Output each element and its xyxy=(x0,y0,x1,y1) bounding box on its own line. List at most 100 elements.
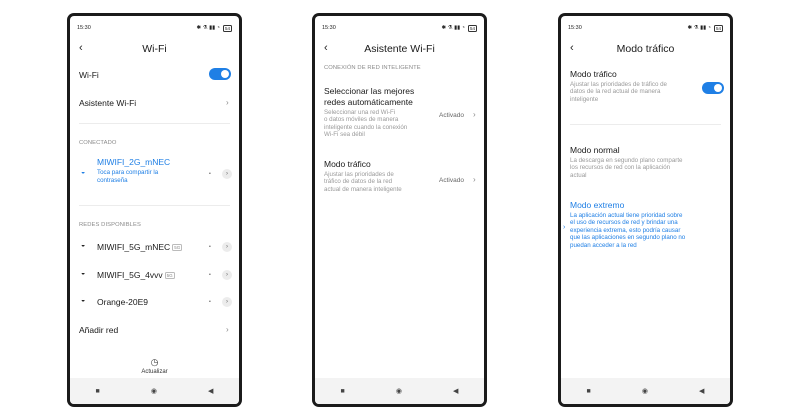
item-description: experiencia extrema, esto podría causar xyxy=(570,226,681,234)
page-title: Wi-Fi xyxy=(142,43,167,55)
status-icons: ✱ ⚗ ▮▮ ◔ xyxy=(441,25,465,31)
screen-wifi-assistant: 15:30 ✱ ⚗ ▮▮ ◔ 54 ‹ Asistente Wi-Fi CONEX… xyxy=(315,16,484,404)
item-description: o datos móviles de manera xyxy=(324,116,399,124)
nav-bar: ■ ◉ ◀ xyxy=(70,378,239,404)
item-title-line-1: Seleccionar las mejores xyxy=(324,86,415,96)
item-description: el uso de recursos de red y brindar una xyxy=(570,219,678,227)
traffic-mode-toggle[interactable] xyxy=(702,82,724,94)
item-description: La aplicación actual tiene prioridad sob… xyxy=(570,212,683,219)
network-name: MIWIFI_5G_4vvv xyxy=(97,270,163,280)
network-item[interactable]: Orange-20E9 xyxy=(97,297,148,307)
item-title: Modo tráfico xyxy=(324,159,371,169)
chevron-right-icon: › xyxy=(226,98,229,107)
traffic-mode-item[interactable]: Modo tráfico Ajustar las prioridades de … xyxy=(324,159,432,193)
network-details-button[interactable]: › xyxy=(222,169,232,179)
auto-select-network-item[interactable]: Seleccionar las mejores redes automática… xyxy=(324,86,432,139)
wifi-toggle-label: Wi-Fi xyxy=(79,70,99,80)
back-button[interactable]: ◀ xyxy=(699,387,704,395)
nav-bar: ■ ◉ ◀ xyxy=(561,378,730,404)
item-description: inteligente cuando la conexión xyxy=(324,123,408,131)
status-icons: ✱ ⚗ ▮▮ ◔ xyxy=(196,25,220,31)
item-description: La descarga en segundo plano comparte xyxy=(570,157,683,164)
item-description: Ajustar las prioridades de tráfico de xyxy=(570,81,667,88)
network-item[interactable]: MIWIFI_5G_4vvv 5G xyxy=(97,270,175,280)
item-description: Wi-Fi sea débil xyxy=(324,131,365,139)
lock-icon: ▪ xyxy=(209,171,211,177)
network-name: MIWIFI_5G_mNEC xyxy=(97,242,171,252)
item-description: que las aplicaciones en segundo plano no xyxy=(570,234,686,242)
connected-network-name[interactable]: MIWIFI_2G_mNEC xyxy=(97,157,170,167)
item-description: los recursos de red con la aplicación xyxy=(570,164,671,172)
available-networks-header: REDES DISPONIBLES xyxy=(79,222,141,228)
network-details-button[interactable]: › xyxy=(222,297,232,307)
divider xyxy=(570,124,721,125)
refresh-label[interactable]: Actualizar xyxy=(70,369,239,375)
network-name: Orange-20E9 xyxy=(97,297,149,307)
back-button[interactable]: ◀ xyxy=(208,387,213,395)
status-icons: ✱ ⚗ ▮▮ ◔ xyxy=(687,25,711,31)
battery-icon: 54 xyxy=(222,24,232,32)
phone-wifi: 15:30 ✱ ⚗ ▮▮ ◔ 54 ‹ Wi-Fi Wi-Fi Asistente… xyxy=(67,13,242,407)
divider xyxy=(79,123,230,124)
wifi-signal-icon: ◒ xyxy=(81,270,86,277)
recents-button[interactable]: ■ xyxy=(587,388,591,395)
add-network-item[interactable]: Añadir red xyxy=(79,325,118,335)
item-description: inteligente xyxy=(570,95,599,103)
status-time: 15:30 xyxy=(322,25,336,31)
connected-share-hint-1: Toca para compartir la xyxy=(97,169,159,176)
chevron-right-icon: › xyxy=(226,325,229,334)
wifi-assistant-item[interactable]: Asistente Wi-Fi xyxy=(79,98,136,108)
item-description: Ajustar las prioridades de xyxy=(324,171,394,178)
refresh-icon[interactable]: ◷ xyxy=(70,357,239,368)
chevron-right-icon: › xyxy=(473,175,476,184)
home-button[interactable]: ◉ xyxy=(396,387,402,395)
connected-share-hint-2: contraseña xyxy=(97,177,128,184)
item-description: actual xyxy=(570,171,587,179)
wifi-signal-icon: ◒ xyxy=(81,297,86,304)
lock-icon: ▪ xyxy=(209,299,211,305)
network-details-button[interactable]: › xyxy=(222,242,232,252)
status-time: 15:30 xyxy=(568,25,582,31)
phone-wifi-assistant: 15:30 ✱ ⚗ ▮▮ ◔ 54 ‹ Asistente Wi-Fi CONEX… xyxy=(312,13,487,407)
nav-bar: ■ ◉ ◀ xyxy=(315,378,484,404)
section-header: CONEXIÓN DE RED INTELIGENTE xyxy=(324,65,421,71)
back-button[interactable]: ◀ xyxy=(453,387,458,395)
home-button[interactable]: ◉ xyxy=(642,387,648,395)
wifi-signal-icon: ◒ xyxy=(81,242,86,249)
page-title: Modo tráfico xyxy=(616,43,675,55)
status-bar: 15:30 ✱ ⚗ ▮▮ ◔ 54 xyxy=(77,24,232,32)
traffic-mode-setting: Modo tráfico Ajustar las prioridades de … xyxy=(570,69,698,103)
item-title: Modo tráfico xyxy=(570,69,617,79)
item-title-line-2: redes automáticamente xyxy=(324,97,413,107)
item-description: datos de la red actual de manera xyxy=(570,88,661,96)
chevron-right-icon: › xyxy=(473,110,476,119)
extreme-mode-option[interactable]: Modo extremo La aplicación actual tiene … xyxy=(570,200,725,249)
home-button[interactable]: ◉ xyxy=(151,387,157,395)
recents-button[interactable]: ■ xyxy=(96,388,100,395)
wifi-toggle[interactable] xyxy=(209,68,231,80)
lock-icon: ▪ xyxy=(209,244,211,250)
lock-icon: ▪ xyxy=(209,272,211,278)
page-title: Asistente Wi-Fi xyxy=(364,43,435,55)
screen-wifi: 15:30 ✱ ⚗ ▮▮ ◔ 54 ‹ Wi-Fi Wi-Fi Asistente… xyxy=(70,16,239,404)
divider xyxy=(79,205,230,206)
network-details-button[interactable]: › xyxy=(222,270,232,280)
wifi-signal-icon: ◒ xyxy=(81,169,86,176)
normal-mode-option[interactable]: Modo normal La descarga en segundo plano… xyxy=(570,145,720,179)
item-description: actual de manera inteligente xyxy=(324,185,402,193)
item-description: Seleccionar una red Wi-Fi xyxy=(324,109,396,116)
recents-button[interactable]: ■ xyxy=(341,388,345,395)
network-band-badge: 5G xyxy=(164,272,175,280)
selected-indicator-icon: › xyxy=(563,224,566,231)
network-band-badge: 5G xyxy=(172,244,183,252)
connected-header: CONECTADO xyxy=(79,140,117,146)
status-bar: 15:30 ✱ ⚗ ▮▮ ◔ 54 xyxy=(322,24,477,32)
item-description: puedan acceder a la red xyxy=(570,241,637,249)
battery-icon: 54 xyxy=(713,24,723,32)
item-status-value: Activado xyxy=(439,112,464,119)
status-bar: 15:30 ✱ ⚗ ▮▮ ◔ 54 xyxy=(568,24,723,32)
battery-icon: 54 xyxy=(467,24,477,32)
item-description: tráfico de datos de la red xyxy=(324,178,393,186)
item-title: Modo normal xyxy=(570,145,620,155)
network-item[interactable]: MIWIFI_5G_mNEC 5G xyxy=(97,242,183,252)
